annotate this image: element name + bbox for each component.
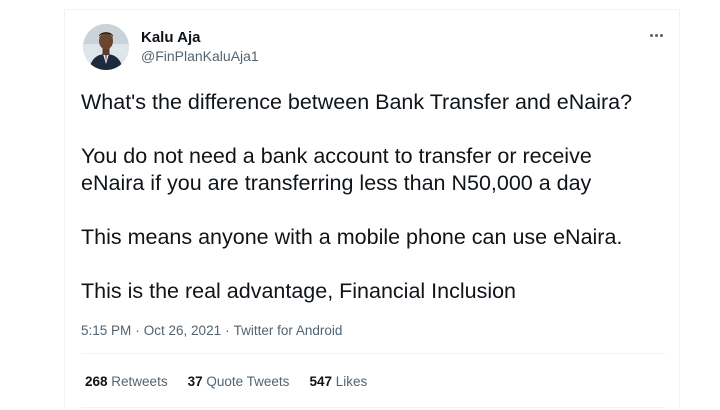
page: Kalu Aja @FinPlanKaluAja1 What's the dif…	[0, 0, 720, 410]
more-dot-2	[654, 33, 658, 37]
retweets-count: 268	[85, 374, 108, 389]
tweet-paragraph: What's the difference between Bank Trans…	[81, 89, 671, 116]
tweet-paragraph: This means anyone with a mobile phone ca…	[81, 224, 671, 251]
tweet-line: You do not need a bank account to transf…	[81, 144, 592, 168]
tweet-line: eNaira if you are transferring less than…	[81, 171, 592, 195]
tweet-stats: 268 Retweets 37 Quote Tweets 547 Likes	[85, 374, 367, 389]
tweet-source[interactable]: Twitter for Android	[234, 323, 343, 338]
tweet-text: What's the difference between Bank Trans…	[81, 89, 671, 332]
retweets-label: Retweets	[111, 374, 168, 389]
tweet-line: What's the difference between Bank Trans…	[81, 90, 633, 114]
avatar[interactable]	[83, 24, 129, 70]
quote-tweets-count: 37	[187, 374, 203, 389]
more-options-icon[interactable]	[645, 26, 667, 44]
separator: ·	[135, 323, 140, 338]
tweet-date[interactable]: Oct 26, 2021	[144, 323, 221, 338]
divider	[81, 407, 665, 408]
tweet-time[interactable]: 5:15 PM	[81, 323, 131, 338]
likes-count: 547	[309, 374, 332, 389]
quote-tweets-label: Quote Tweets	[206, 374, 290, 389]
tweet-line: This means anyone with a mobile phone ca…	[81, 225, 623, 249]
more-dot-1	[649, 33, 653, 37]
tweet-paragraph: This is the real advantage, Financial In…	[81, 278, 671, 305]
likes-stat[interactable]: 547 Likes	[309, 374, 367, 389]
tweet-card: Kalu Aja @FinPlanKaluAja1 What's the dif…	[64, 9, 680, 408]
likes-label: Likes	[335, 374, 368, 389]
divider	[81, 353, 665, 354]
retweets-stat[interactable]: 268 Retweets	[85, 374, 168, 389]
author-display-name[interactable]: Kalu Aja	[141, 29, 200, 46]
tweet-line: This is the real advantage, Financial In…	[81, 279, 517, 303]
author-handle[interactable]: @FinPlanKaluAja1	[141, 48, 259, 64]
profile-photo-icon	[83, 24, 129, 70]
more-dot-3	[659, 33, 663, 37]
separator: ·	[225, 323, 230, 338]
quote-tweets-stat[interactable]: 37 Quote Tweets	[188, 374, 290, 389]
tweet-paragraph: You do not need a bank account to transf…	[81, 143, 671, 197]
tweet-metadata: 5:15 PM · Oct 26, 2021 · Twitter for Android	[81, 323, 342, 338]
